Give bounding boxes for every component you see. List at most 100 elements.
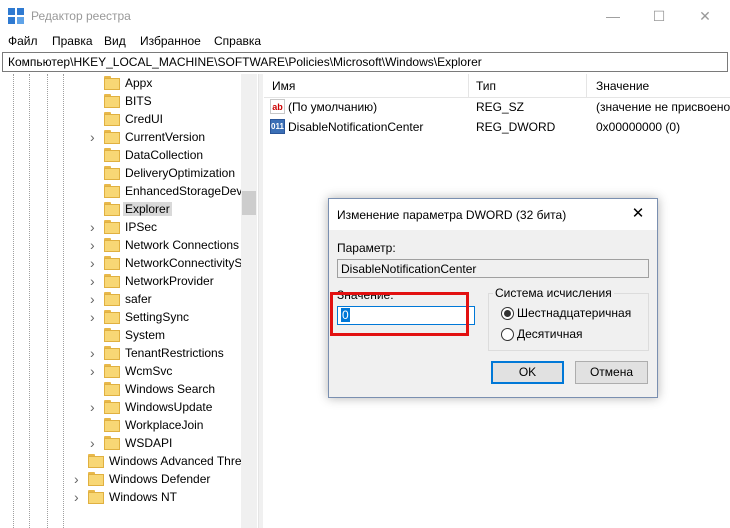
chevron-right-icon[interactable]: › xyxy=(90,220,100,234)
tree-item-label: NetworkProvider xyxy=(125,274,214,288)
tree-item-label: safer xyxy=(125,292,152,306)
folder-icon xyxy=(104,274,120,288)
tree-item[interactable]: DataCollection xyxy=(90,147,241,165)
column-type[interactable]: Тип xyxy=(476,79,496,93)
chevron-right-icon[interactable]: › xyxy=(90,130,100,144)
ok-button[interactable]: OK xyxy=(491,361,564,384)
tree-item[interactable]: CredUI xyxy=(90,111,241,129)
tree-item[interactable]: › TenantRestrictions xyxy=(90,345,241,363)
dialog-close-button[interactable]: ✕ xyxy=(625,203,651,225)
chevron-right-icon[interactable]: › xyxy=(90,274,100,288)
column-name[interactable]: Имя xyxy=(272,79,295,93)
folder-icon xyxy=(104,148,120,162)
folder-icon xyxy=(104,382,120,396)
edit-dword-dialog: Изменение параметра DWORD (32 бита) ✕ Па… xyxy=(328,198,658,398)
folder-icon xyxy=(104,310,120,324)
radio-hex-indicator[interactable] xyxy=(501,307,514,320)
value-type: REG_SZ xyxy=(476,100,525,114)
chevron-right-icon[interactable]: › xyxy=(90,364,100,378)
tree-item[interactable]: › Windows Defender xyxy=(74,471,241,489)
tree-item[interactable]: Appx xyxy=(90,75,241,93)
close-icon: ✕ xyxy=(631,205,645,222)
tree-item[interactable]: System xyxy=(90,327,241,345)
tree-item[interactable]: › WSDAPI xyxy=(90,435,241,453)
tree-item[interactable]: › safer xyxy=(90,291,241,309)
tree-item[interactable]: › Network Connections xyxy=(90,237,241,255)
tree-item-label: Network Connections xyxy=(125,238,240,252)
tree-item[interactable]: › CurrentVersion xyxy=(90,129,241,147)
tree-item-label: IPSec xyxy=(125,220,158,234)
chevron-right-icon[interactable]: › xyxy=(74,490,84,504)
value-data: (значение не присвоено) xyxy=(596,100,730,114)
radio-dec-label: Десятичная xyxy=(517,327,583,341)
chevron-right-icon[interactable]: › xyxy=(74,472,84,486)
tree-item[interactable]: WorkplaceJoin xyxy=(90,417,241,435)
tree-item[interactable]: › IPSec xyxy=(90,219,241,237)
folder-icon xyxy=(104,292,120,306)
tree-item[interactable]: EnhancedStorageDevi xyxy=(90,183,245,201)
value-row[interactable]: 011 DisableNotificationCenter REG_DWORD … xyxy=(264,118,730,138)
folder-icon xyxy=(104,220,120,234)
folder-icon xyxy=(88,454,104,468)
chevron-right-icon[interactable]: › xyxy=(90,436,100,450)
folder-icon xyxy=(104,418,120,432)
chevron-right-icon[interactable]: › xyxy=(90,292,100,306)
column-separator[interactable] xyxy=(586,74,587,98)
column-separator[interactable] xyxy=(468,74,469,98)
tree-scrollbar-thumb[interactable] xyxy=(242,191,256,215)
chevron-right-icon[interactable]: › xyxy=(90,238,100,252)
tree-item-label: DeliveryOptimization xyxy=(125,166,236,180)
values-list-header: Имя Тип Значение xyxy=(264,74,730,98)
tree-item[interactable]: DeliveryOptimization xyxy=(90,165,241,183)
tree-item[interactable]: › WcmSvc xyxy=(90,363,241,381)
tree-item[interactable]: Windows Advanced Thre xyxy=(74,453,242,471)
tree-item[interactable]: BITS xyxy=(90,93,241,111)
tree-item[interactable]: › WindowsUpdate xyxy=(90,399,241,417)
cancel-button[interactable]: Отмена xyxy=(575,361,648,384)
tree-item-label: Windows Advanced Thre xyxy=(109,454,242,468)
tree-scrollbar[interactable] xyxy=(241,74,257,528)
tree-item[interactable]: › NetworkConnectivityS xyxy=(90,255,243,273)
folder-icon xyxy=(88,490,104,504)
minimize-button[interactable]: — xyxy=(590,0,636,32)
tree-item-label: Windows Search xyxy=(125,382,216,396)
tree-item-label: WcmSvc xyxy=(125,364,173,378)
tree-item-label: WindowsUpdate xyxy=(125,400,213,414)
tree-guide-line xyxy=(29,74,30,528)
tree-item-label: System xyxy=(125,328,166,342)
maximize-button[interactable]: ☐ xyxy=(636,0,682,32)
dialog-title: Изменение параметра DWORD (32 бита) xyxy=(337,208,567,222)
menu-file[interactable]: Файл xyxy=(8,34,38,48)
tree-item[interactable]: › NetworkProvider xyxy=(90,273,241,291)
address-bar[interactable]: Компьютер\HKEY_LOCAL_MACHINE\SOFTWARE\Po… xyxy=(2,52,728,72)
minimize-icon: — xyxy=(606,8,620,24)
folder-icon xyxy=(104,400,120,414)
chevron-right-icon[interactable]: › xyxy=(90,310,100,324)
tree-item-label: Appx xyxy=(125,76,153,90)
value-row[interactable]: ab (По умолчанию) REG_SZ (значение не пр… xyxy=(264,98,730,118)
chevron-right-icon[interactable]: › xyxy=(90,400,100,414)
pane-splitter[interactable] xyxy=(258,74,263,528)
radio-dec-indicator[interactable] xyxy=(501,328,514,341)
chevron-right-icon[interactable]: › xyxy=(90,256,100,270)
menu-view[interactable]: Вид xyxy=(104,34,126,48)
menu-help[interactable]: Справка xyxy=(214,34,261,48)
highlight-annotation xyxy=(330,292,469,336)
registry-tree: Appx BITS CredUI › CurrentVersion DataCollect… xyxy=(0,74,258,528)
tree-item-label: NetworkConnectivityS xyxy=(125,256,243,270)
menu-edit[interactable]: Правка xyxy=(52,34,93,48)
value-name: (По умолчанию) xyxy=(288,100,378,114)
column-value[interactable]: Значение xyxy=(596,79,649,93)
tree-item[interactable]: Explorer xyxy=(90,201,241,219)
menu-favorites[interactable]: Избранное xyxy=(140,34,201,48)
close-button[interactable]: ✕ xyxy=(682,0,728,32)
folder-icon xyxy=(104,436,120,450)
folder-icon xyxy=(104,364,120,378)
value-data: 0x00000000 (0) xyxy=(596,120,681,134)
tree-item[interactable]: Windows Search xyxy=(90,381,241,399)
folder-icon xyxy=(104,328,120,342)
chevron-right-icon[interactable]: › xyxy=(90,346,100,360)
tree-item-label: WSDAPI xyxy=(125,436,173,450)
tree-item[interactable]: › Windows NT xyxy=(74,489,241,507)
tree-item[interactable]: › SettingSync xyxy=(90,309,241,327)
